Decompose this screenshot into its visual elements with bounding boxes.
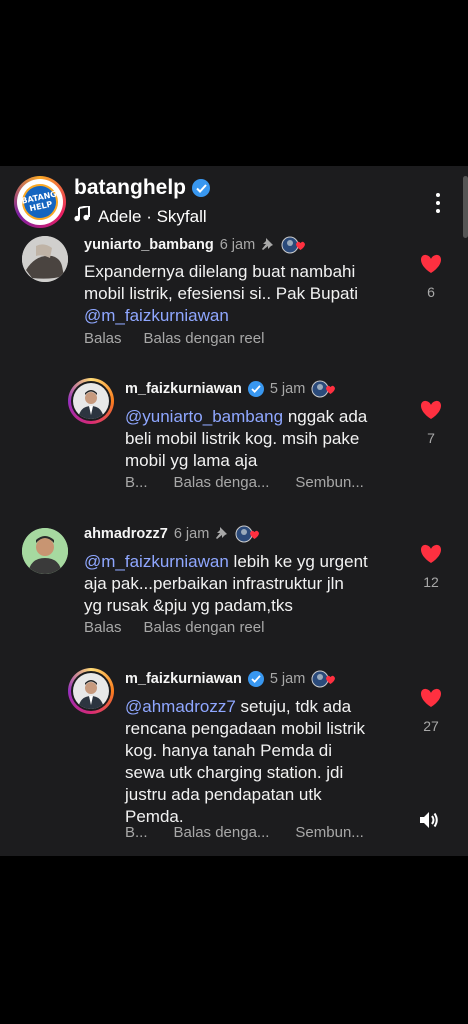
comment-line-rest: setuju, tdk ada <box>235 697 352 716</box>
avatar[interactable] <box>22 528 68 574</box>
post-header: BATANG HELP batanghelp Adele · Skyfall <box>0 166 468 236</box>
comment-text: @ahmadrozz7 setuju, tdk ada rencana peng… <box>125 696 405 828</box>
comment-line: kog. hanya tanah Pemda di <box>125 741 332 760</box>
comment-line: mobil listrik, efesiensi si.. Pak Bupati <box>84 284 358 303</box>
comments-panel: BATANG HELP batanghelp Adele · Skyfall y… <box>0 166 468 856</box>
pin-icon <box>215 526 229 543</box>
comment-time: 5 jam <box>269 671 306 687</box>
comment-line: aja pak...perbaikan infrastruktur jln <box>84 574 344 593</box>
comment-actions: Balas Balas dengan reel <box>84 619 264 636</box>
avatar[interactable] <box>68 668 114 714</box>
like-count: 27 <box>423 718 439 734</box>
comment-mention[interactable]: @m_faizkurniawan <box>84 305 404 327</box>
verified-icon <box>247 671 264 687</box>
comment-line-rest: nggak ada <box>283 407 368 426</box>
comment-actions: B... Balas denga... Sembun... <box>125 824 364 841</box>
heart-icon[interactable] <box>420 688 442 708</box>
creator-badge-icon <box>235 525 261 543</box>
comment-time: 5 jam <box>269 381 306 397</box>
comment-text: Expandernya dilelang buat nambahi mobil … <box>84 261 404 327</box>
page-name-row[interactable]: batanghelp <box>74 176 211 200</box>
comment-meta: ahmadrozz7 6 jam <box>84 525 261 543</box>
comment-username[interactable]: ahmadrozz7 <box>84 526 168 542</box>
comment-line: sewa utk charging station. jdi <box>125 763 344 782</box>
page-name[interactable]: batanghelp <box>74 176 186 200</box>
music-title: Adele · Skyfall <box>98 206 207 226</box>
hide-button[interactable]: Sembun... <box>295 474 363 491</box>
reply-button[interactable]: B... <box>125 824 148 841</box>
avatar[interactable] <box>68 378 114 424</box>
comment-username[interactable]: m_faizkurniawan <box>125 381 242 397</box>
volume-icon[interactable] <box>418 810 444 834</box>
avatar[interactable] <box>22 236 68 282</box>
comment-line: rencana pengadaan mobil listrik <box>125 719 366 738</box>
reply-button[interactable]: Balas <box>84 619 122 636</box>
comment-line: @ahmadrozz7 setuju, tdk ada <box>125 696 405 718</box>
comment-meta: yuniarto_bambang 6 jam <box>84 236 307 254</box>
creator-badge-icon <box>311 380 337 398</box>
comment-line: justru ada pendapatan utk <box>125 785 322 804</box>
comment-time: 6 jam <box>219 237 256 253</box>
like-button[interactable]: 7 <box>416 400 446 446</box>
page-logo: BATANG HELP <box>18 180 62 224</box>
page-avatar[interactable]: BATANG HELP <box>14 176 66 228</box>
comment-meta: m_faizkurniawan 5 jam <box>125 380 337 398</box>
creator-badge-icon <box>281 236 307 254</box>
comment-text: @m_faizkurniawan lebih ke yg urgent aja … <box>84 551 404 617</box>
reply-with-reel-button[interactable]: Balas denga... <box>174 824 270 841</box>
comment-mention[interactable]: @yuniarto_bambang <box>125 407 283 426</box>
like-button[interactable]: 27 <box>416 688 446 734</box>
comment-actions: B... Balas denga... Sembun... <box>125 474 364 491</box>
comment-line: @yuniarto_bambang nggak ada <box>125 406 405 428</box>
comment-username[interactable]: m_faizkurniawan <box>125 671 242 687</box>
comment-text: @yuniarto_bambang nggak ada beli mobil l… <box>125 406 405 472</box>
like-button[interactable]: 6 <box>416 254 446 300</box>
reply-button[interactable]: B... <box>125 474 148 491</box>
reply-with-reel-button[interactable]: Balas dengan reel <box>144 330 265 347</box>
comment-actions: Balas Balas dengan reel <box>84 330 264 347</box>
heart-icon[interactable] <box>420 254 442 274</box>
music-note-icon <box>74 204 90 227</box>
pin-icon <box>261 237 275 254</box>
comment-line: Expandernya dilelang buat nambahi <box>84 262 356 281</box>
comment-line: beli mobil listrik kog. msih pake <box>125 429 360 448</box>
scrollbar[interactable] <box>463 176 468 238</box>
verified-icon <box>192 179 211 197</box>
music-line[interactable]: Adele · Skyfall <box>74 204 207 227</box>
more-icon[interactable] <box>426 188 450 218</box>
like-button[interactable]: 12 <box>416 544 446 590</box>
reply-with-reel-button[interactable]: Balas denga... <box>174 474 270 491</box>
reply-with-reel-button[interactable]: Balas dengan reel <box>144 619 265 636</box>
reply-button[interactable]: Balas <box>84 330 122 347</box>
like-count: 6 <box>427 284 435 300</box>
comment-mention[interactable]: @ahmadrozz7 <box>125 697 236 716</box>
creator-badge-icon <box>311 670 337 688</box>
comment-line-rest: lebih ke yg urgent <box>228 552 368 571</box>
comment-username[interactable]: yuniarto_bambang <box>84 237 214 253</box>
comment-mention[interactable]: @m_faizkurniawan <box>84 552 229 571</box>
comment-time: 6 jam <box>173 526 210 542</box>
hide-button[interactable]: Sembun... <box>295 824 363 841</box>
comment-line: mobil yg lama aja <box>125 451 258 470</box>
heart-icon[interactable] <box>420 400 442 420</box>
comment-line: yg rusak &pju yg padam,tks <box>84 596 293 615</box>
verified-icon <box>247 381 264 397</box>
like-count: 12 <box>423 574 439 590</box>
comment-line: @m_faizkurniawan lebih ke yg urgent <box>84 551 404 573</box>
heart-icon[interactable] <box>420 544 442 564</box>
comment-meta: m_faizkurniawan 5 jam <box>125 670 337 688</box>
like-count: 7 <box>427 430 435 446</box>
